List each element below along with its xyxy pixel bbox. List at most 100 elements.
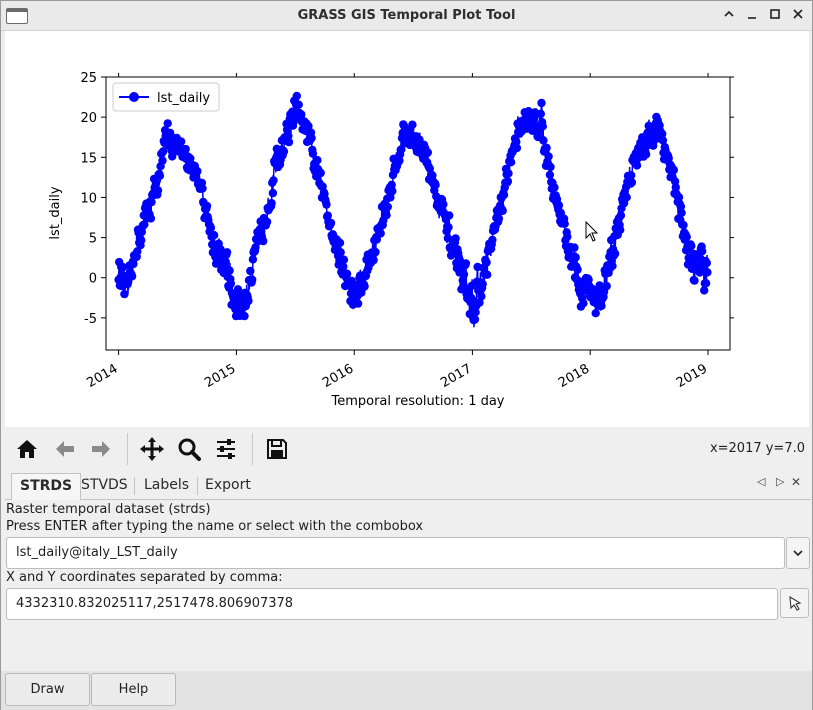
data-point (483, 270, 492, 279)
data-point (570, 243, 579, 252)
y-tick-label: 10 (80, 191, 97, 206)
data-point (307, 133, 316, 143)
tab-bar: STRDS STVDS Labels Export ◁ ▷ ✕ (5, 471, 811, 500)
coords-input[interactable]: 4332310.832025117,2517478.806907378 (6, 588, 778, 620)
x-axis-label: Temporal resolution: 1 day (330, 394, 504, 409)
legend: lst_daily (112, 82, 220, 112)
legend-marker (129, 92, 139, 102)
data-point (155, 171, 165, 180)
x-tick-label: 2014 (84, 361, 120, 391)
data-point (246, 266, 255, 276)
data-point (690, 276, 699, 285)
data-point (550, 183, 559, 192)
data-point (477, 292, 486, 301)
data-point (369, 255, 378, 265)
data-point (267, 199, 276, 208)
data-point (408, 120, 417, 129)
data-point (608, 261, 617, 271)
tab-close-icon[interactable]: ✕ (791, 475, 801, 489)
tab-labels[interactable]: Labels (136, 473, 197, 500)
cursor-coordinates: x=2017 y=7.0 (709, 441, 805, 456)
data-point (222, 248, 232, 257)
data-point (571, 253, 580, 262)
data-point (279, 147, 289, 156)
data-point (193, 167, 202, 176)
data-point (677, 208, 686, 217)
maximize-button[interactable] (765, 5, 785, 27)
data-point (682, 232, 691, 242)
x-tick-label: 2019 (674, 361, 710, 391)
series-marks (114, 91, 712, 328)
x-tick-label: 2016 (320, 361, 356, 391)
data-point (198, 184, 207, 193)
data-point (313, 156, 322, 165)
data-point (579, 299, 588, 308)
data-point (137, 236, 146, 245)
pointer-select-icon[interactable] (780, 588, 809, 618)
chevron-up-icon[interactable] (719, 5, 739, 27)
move-icon[interactable] (136, 433, 168, 465)
close-button[interactable] (788, 5, 808, 27)
options-notebook: STRDS STVDS Labels Export ◁ ▷ ✕ Raster t… (5, 471, 811, 671)
temporal-plot[interactable]: 2014 2015 2016 2017 2018 2019 -5 0 5 10 15 20 25 ls… (5, 31, 809, 427)
tab-stvds[interactable]: STVDS (73, 473, 136, 500)
tab-export[interactable]: Export (197, 473, 259, 500)
floppy-icon[interactable] (261, 433, 293, 465)
home-icon[interactable] (11, 433, 43, 465)
data-point (259, 236, 268, 246)
data-point (244, 296, 253, 306)
data-point (504, 169, 513, 178)
data-point (431, 180, 440, 190)
plot-canvas[interactable]: 2014 2015 2016 2017 2018 2019 -5 0 5 10 15 20 25 ls… (5, 31, 809, 427)
x-tick-label: 2015 (202, 361, 238, 391)
data-point (669, 165, 678, 175)
data-point (127, 272, 137, 281)
data-point (158, 156, 167, 165)
arrow-left-icon[interactable] (49, 433, 81, 465)
tab-scroll-right-icon[interactable]: ▷ (776, 475, 784, 488)
tab-scroll-left-icon[interactable]: ◁ (757, 475, 765, 488)
y-tick-label: -5 (84, 312, 97, 327)
data-point (610, 249, 620, 258)
data-point (153, 186, 163, 195)
chevron-down-icon[interactable] (786, 537, 810, 569)
data-point (478, 279, 487, 289)
sliders-icon[interactable] (210, 433, 242, 465)
data-point (554, 201, 564, 210)
data-point (494, 214, 504, 223)
data-point (322, 200, 331, 209)
app-window: GRASS GIS Temporal Plot Tool 2014 2015 201… (0, 0, 813, 710)
minimize-button[interactable] (742, 5, 762, 27)
data-point (284, 137, 294, 147)
data-point (181, 144, 190, 154)
data-point (383, 202, 392, 211)
data-point (209, 231, 219, 240)
data-point (342, 269, 352, 278)
data-point (703, 268, 712, 277)
data-point (503, 177, 513, 186)
data-point (616, 225, 625, 235)
data-point (545, 170, 555, 179)
data-point (698, 247, 707, 256)
arrow-right-icon[interactable] (85, 433, 117, 465)
data-point (451, 234, 460, 243)
data-point (573, 265, 582, 274)
data-point (539, 136, 548, 145)
tab-strds[interactable]: STRDS (11, 473, 82, 500)
data-point (687, 241, 696, 251)
data-point (512, 143, 522, 153)
data-point (679, 220, 688, 230)
data-point (297, 110, 306, 119)
button-bar: Draw Help (1, 671, 812, 710)
data-point (336, 248, 345, 257)
tab-separator (134, 477, 135, 495)
magnifier-icon[interactable] (173, 433, 205, 465)
plot-toolbar: x=2017 y=7.0 (5, 428, 809, 470)
data-point (294, 100, 303, 109)
help-button[interactable]: Help (91, 673, 176, 706)
data-point (597, 301, 606, 311)
strds-dataset-combobox[interactable]: lst_daily@italy_LST_daily (6, 537, 785, 569)
draw-button[interactable]: Draw (5, 673, 90, 706)
data-point (445, 211, 454, 220)
data-point (388, 186, 397, 196)
